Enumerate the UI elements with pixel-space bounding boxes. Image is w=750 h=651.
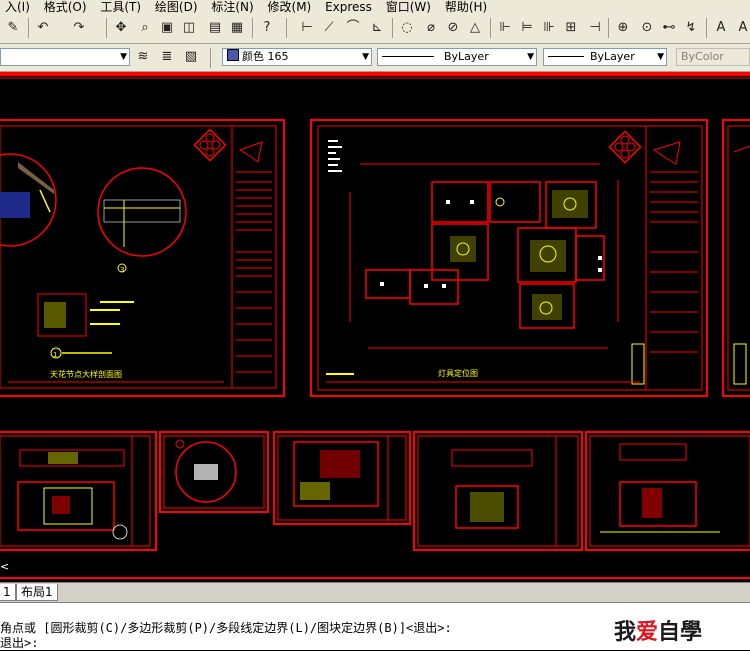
sheet-bottom-3[interactable] (273, 431, 411, 525)
linetype-label: ByLayer (444, 50, 489, 63)
sheet-bottom-1[interactable] (0, 431, 157, 551)
dimension-break-icon[interactable]: ⊣ (586, 19, 604, 37)
watermark-heart: 爱 (636, 620, 659, 645)
menu-tools[interactable]: 工具(T) (95, 1, 146, 14)
sheet-bottom-4[interactable] (413, 431, 583, 551)
drawing-canvas[interactable]: 3 1 天花节点大样剖面图 灯具定位图 < (0, 72, 750, 582)
sheet1-title: 天花节点大样剖面图 (50, 369, 122, 379)
linetype-dropdown[interactable]: ByLayer ▼ (377, 48, 537, 66)
lineweight-dropdown[interactable]: ByLayer ▼ (543, 48, 667, 66)
watermark-part2: 自學 (658, 620, 703, 645)
chevron-down-icon: ▼ (120, 52, 127, 62)
tab-layout1[interactable]: 布局1 (16, 584, 58, 601)
callout-3: 3 (120, 266, 124, 274)
top-sheet-strip (0, 72, 750, 76)
chevron-down-icon: ▼ (657, 52, 664, 62)
zoom-previous-icon[interactable]: ◫ (180, 19, 198, 37)
layer-dropdown[interactable]: ▼ (0, 48, 130, 66)
chevron-down-icon: ▼ (527, 52, 534, 62)
menu-express[interactable]: Express (320, 1, 377, 14)
zoom-realtime-icon[interactable]: ⌕ (136, 19, 154, 37)
chevron-down-icon: ▼ (362, 52, 369, 62)
sheet2-title: 灯具定位图 (438, 368, 478, 378)
lineweight-label: ByLayer (590, 50, 635, 63)
zoom-window-icon[interactable]: ▣ (158, 19, 176, 37)
make-current-layer-icon[interactable]: ≋ (134, 48, 152, 66)
toolbar-separator (706, 18, 707, 38)
properties-icon[interactable]: ▤ (206, 19, 224, 37)
watermark-part1: 我 (614, 620, 637, 645)
layout-tab-bar: 1 布局1 (0, 582, 750, 602)
sheet-ceiling-section-details[interactable]: 3 1 天花节点大样剖面图 (0, 119, 285, 397)
undo-icon[interactable]: ↶ (34, 19, 52, 37)
color-dropdown[interactable]: 颜色 165 ▼ (222, 48, 372, 66)
jogged-dimension-icon[interactable]: ⌀ (422, 19, 440, 37)
dimension-edit-icon[interactable]: A (712, 19, 730, 37)
command-history-line: 角点或 [圆形裁剪(C)/多边形裁剪(P)/多段线定边界(L)/图块定边界(B)… (0, 621, 452, 635)
toolbar-separator (252, 18, 253, 38)
jogged-linear-icon[interactable]: ↯ (682, 19, 700, 37)
continue-dimension-icon[interactable]: ⊪ (540, 19, 558, 37)
tab-model[interactable]: 1 (0, 584, 16, 601)
quick-dimension-icon[interactable]: ⊩ (496, 19, 514, 37)
callout-1: 1 (53, 351, 57, 359)
redo-icon[interactable]: ↷ (70, 19, 88, 37)
menu-help[interactable]: 帮助(H) (440, 1, 492, 14)
linear-dimension-icon[interactable]: ⊢ (298, 19, 316, 37)
inspect-icon[interactable]: ⊷ (660, 19, 678, 37)
diameter-dimension-icon[interactable]: ⊘ (444, 19, 462, 37)
lineweight-sample (548, 56, 584, 57)
menu-bar: 入(I) 格式(O) 工具(T) 绘图(D) 标注(N) 修改(M) Expre… (0, 0, 750, 13)
sheet-right-partial[interactable] (722, 119, 750, 397)
radius-dimension-icon[interactable]: ◌ (398, 19, 416, 37)
dimension-space-icon[interactable]: ⊞ (562, 19, 580, 37)
properties-toolbar: ▼ ≋ ≣ ▧ 颜色 165 ▼ ByLayer ▼ ByLayer ▼ ByC… (0, 44, 750, 72)
linetype-sample (382, 56, 434, 57)
layer-states-icon[interactable]: ▧ (182, 48, 200, 66)
ordinate-dimension-icon[interactable]: ⊾ (368, 19, 386, 37)
color-swatch-icon (227, 49, 239, 61)
calculator-icon[interactable]: ▦ (228, 19, 246, 37)
arc-length-icon[interactable]: ⌒ (344, 19, 362, 37)
menu-dimension[interactable]: 标注(N) (206, 1, 258, 14)
toolbar-separator (490, 18, 491, 38)
toolbar-separator (608, 18, 609, 38)
command-prompt-line[interactable]: 退出>: (0, 634, 38, 651)
sheet-bottom-5[interactable] (585, 431, 750, 551)
sheet-lighting-layout[interactable]: 灯具定位图 (310, 119, 708, 397)
dimension-text-edit-icon[interactable]: A (734, 19, 750, 37)
watermark-logo: 我爱自學 (614, 614, 702, 646)
standard-toolbar: ✎ ↶ ↷ ✥ ⌕ ▣ ◫ ▤ ▦ ? ⊢ ⟋ ⌒ ⊾ ◌ ⌀ ⊘ △ ⊩ ⊨ … (0, 13, 750, 44)
layer-previous-icon[interactable]: ≣ (158, 48, 176, 66)
sheet-bottom-2[interactable] (159, 431, 269, 513)
angular-dimension-icon[interactable]: △ (466, 19, 484, 37)
baseline-dimension-icon[interactable]: ⊨ (518, 19, 536, 37)
toolbar-separator (28, 18, 29, 38)
plotstyle-dropdown: ByColor (676, 48, 750, 66)
plotstyle-label: ByColor (681, 50, 724, 63)
center-mark-icon[interactable]: ⊙ (638, 19, 656, 37)
scroll-left-icon[interactable]: < (0, 560, 9, 573)
match-properties-icon[interactable]: ✎ (4, 19, 22, 37)
pan-icon[interactable]: ✥ (112, 19, 130, 37)
color-label: 颜色 165 (242, 50, 289, 63)
toolbar-separator (106, 18, 107, 38)
aligned-dimension-icon[interactable]: ⟋ (320, 19, 338, 37)
menu-draw[interactable]: 绘图(D) (150, 1, 203, 14)
tolerance-icon[interactable]: ⊕ (614, 19, 632, 37)
menu-modify[interactable]: 修改(M) (263, 1, 317, 14)
toolbar-separator (392, 18, 393, 38)
toolbar-separator (210, 48, 211, 68)
menu-window[interactable]: 窗口(W) (381, 1, 436, 14)
toolbar-separator (286, 18, 287, 38)
menu-insert[interactable]: 入(I) (0, 1, 35, 14)
menu-format[interactable]: 格式(O) (39, 1, 92, 14)
help-icon[interactable]: ? (258, 19, 276, 37)
